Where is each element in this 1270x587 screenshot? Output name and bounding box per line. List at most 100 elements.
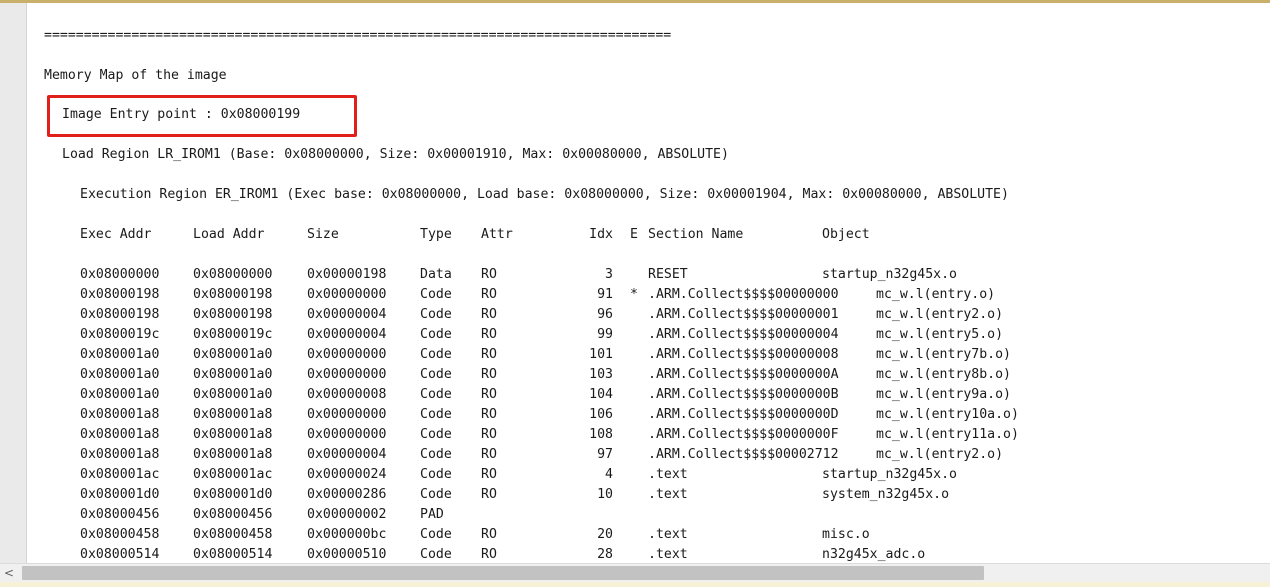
- memory-map-title: Memory Map of the image: [44, 68, 227, 83]
- header-load-addr: Load Addr: [193, 227, 265, 242]
- cell-exec-addr: 0x080001d0: [80, 487, 160, 502]
- cell-object: mc_w.l(entry2.o): [876, 447, 1004, 462]
- cell-load-addr: 0x080001a8: [193, 447, 273, 462]
- table-row: 0x08000198 0x08000198 0x00000000 Code RO 91 *.…: [27, 285, 1270, 305]
- cell-exec-addr: 0x08000456: [80, 507, 160, 522]
- cell-size: 0x00000198: [307, 267, 387, 282]
- cell-exec-addr: 0x08000000: [80, 267, 160, 282]
- cell-size: 0x00000024: [307, 467, 387, 482]
- cell-section-name: .text: [648, 487, 688, 502]
- cell-section-name: .ARM.Collect$$$$0000000B: [648, 387, 839, 402]
- cell-load-addr: 0x080001a8: [193, 427, 273, 442]
- cell-attr: RO: [481, 487, 497, 502]
- window-bottom-border: [0, 582, 1270, 587]
- cell-exec-addr: 0x08000198: [80, 287, 160, 302]
- cell-size: 0x00000286: [307, 487, 387, 502]
- table-row: 0x080001a8 0x080001a8 0x00000004 Code RO 97 .A…: [27, 445, 1270, 465]
- cell-load-addr: 0x08000000: [193, 267, 273, 282]
- cell-idx: 96: [597, 307, 613, 322]
- cell-section-name: .ARM.Collect$$$$00000004: [648, 327, 839, 342]
- cell-object: n32g45x_adc.o: [822, 547, 926, 562]
- line-gutter: [0, 3, 27, 563]
- cell-type: Code: [420, 407, 452, 422]
- table-row: 0x08000000 0x08000000 0x00000198 Data RO 3 RES…: [27, 265, 1270, 285]
- table-row: 0x08000456 0x08000456 0x00000002 PAD: [27, 505, 1270, 525]
- cell-size: 0x00000000: [307, 287, 387, 302]
- cell-idx: 106: [589, 407, 613, 422]
- cell-section-name: .text: [648, 467, 688, 482]
- cell-load-addr: 0x0800019c: [193, 327, 273, 342]
- cell-idx: 99: [597, 327, 613, 342]
- cell-type: Code: [420, 527, 452, 542]
- cell-idx: 4: [605, 467, 613, 482]
- cell-size: 0x000000bc: [307, 527, 387, 542]
- cell-attr: RO: [481, 467, 497, 482]
- cell-type: Code: [420, 307, 452, 322]
- cell-type: Code: [420, 347, 452, 362]
- cell-idx: 104: [589, 387, 613, 402]
- cell-size: 0x00000002: [307, 507, 387, 522]
- text-editor[interactable]: ========================================…: [27, 3, 1270, 563]
- cell-object: mc_w.l(entry.o): [876, 287, 996, 302]
- cell-type: Code: [420, 327, 452, 342]
- cell-exec-addr: 0x080001a0: [80, 347, 160, 362]
- scrollbar-thumb[interactable]: [22, 566, 984, 580]
- cell-size: 0x00000000: [307, 427, 387, 442]
- table-row: 0x080001a8 0x080001a8 0x00000000 Code RO 106.…: [27, 405, 1270, 425]
- chevron-left-icon[interactable]: <: [0, 564, 18, 582]
- cell-section-name: .ARM.Collect$$$$0000000F: [648, 427, 839, 442]
- cell-type: Code: [420, 387, 452, 402]
- cell-idx: 97: [597, 447, 613, 462]
- header-section-name: Section Name: [648, 227, 744, 242]
- cell-exec-addr: 0x08000514: [80, 547, 160, 562]
- table-row: 0x080001a0 0x080001a0 0x00000000 Code RO 103.…: [27, 365, 1270, 385]
- cell-type: Code: [420, 367, 452, 382]
- cell-object: mc_w.l(entry8b.o): [876, 367, 1011, 382]
- cell-attr: RO: [481, 347, 497, 362]
- cell-idx: 3: [605, 267, 613, 282]
- cell-object: startup_n32g45x.o: [822, 267, 957, 282]
- cell-load-addr: 0x08000458: [193, 527, 273, 542]
- cell-exec-addr: 0x080001a8: [80, 407, 160, 422]
- header-attr: Attr: [481, 227, 513, 242]
- cell-load-addr: 0x080001a0: [193, 347, 273, 362]
- cell-type: Code: [420, 447, 452, 462]
- header-idx: Idx: [589, 227, 613, 242]
- table-row: 0x080001ac 0x080001ac 0x00000024 Code RO 4 .te…: [27, 465, 1270, 485]
- cell-exec-addr: 0x080001a0: [80, 367, 160, 382]
- cell-object: mc_w.l(entry10a.o): [876, 407, 1019, 422]
- cell-exec-addr: 0x08000198: [80, 307, 160, 322]
- table-row: 0x08000198 0x08000198 0x00000004 Code RO 96 .A…: [27, 305, 1270, 325]
- cell-section-name: .text: [648, 547, 688, 562]
- cell-object: mc_w.l(entry2.o): [876, 307, 1004, 322]
- table-row: 0x0800019c 0x0800019c 0x00000004 Code RO 99 .A…: [27, 325, 1270, 345]
- cell-idx: 108: [589, 427, 613, 442]
- cell-exec-addr: 0x08000458: [80, 527, 160, 542]
- cell-type: PAD: [420, 507, 444, 522]
- cell-idx: 28: [597, 547, 613, 562]
- cell-attr: RO: [481, 547, 497, 562]
- cell-section-name: .ARM.Collect$$$$00000008: [648, 347, 839, 362]
- cell-attr: RO: [481, 307, 497, 322]
- cell-section-name: .ARM.Collect$$$$00002712: [648, 447, 839, 462]
- entry-point-highlight-box: [47, 95, 357, 137]
- cell-object: mc_w.l(entry11a.o): [876, 427, 1019, 442]
- cell-object: mc_w.l(entry5.o): [876, 327, 1004, 342]
- separator-line: ========================================…: [44, 28, 672, 43]
- cell-load-addr: 0x08000198: [193, 307, 273, 322]
- cell-section-name: .ARM.Collect$$$$0000000D: [648, 407, 839, 422]
- table-row: 0x080001a8 0x080001a8 0x00000000 Code RO 108.…: [27, 425, 1270, 445]
- table-row: 0x08000514 0x08000514 0x00000510 Code RO 28 .t…: [27, 545, 1270, 563]
- cell-exec-addr: 0x0800019c: [80, 327, 160, 342]
- cell-section-name: .text: [648, 527, 688, 542]
- cell-section-name: .ARM.Collect$$$$0000000A: [648, 367, 839, 382]
- cell-attr: RO: [481, 447, 497, 462]
- cell-type: Code: [420, 427, 452, 442]
- table-row: 0x080001d0 0x080001d0 0x00000286 Code RO 10 .t…: [27, 485, 1270, 505]
- horizontal-scrollbar[interactable]: <: [0, 563, 1270, 582]
- cell-size: 0x00000000: [307, 347, 387, 362]
- cell-size: 0x00000004: [307, 307, 387, 322]
- header-exec-addr: Exec Addr: [80, 227, 152, 242]
- table-row: 0x080001a0 0x080001a0 0x00000000 Code RO 101.…: [27, 345, 1270, 365]
- cell-section-name: RESET: [648, 267, 688, 282]
